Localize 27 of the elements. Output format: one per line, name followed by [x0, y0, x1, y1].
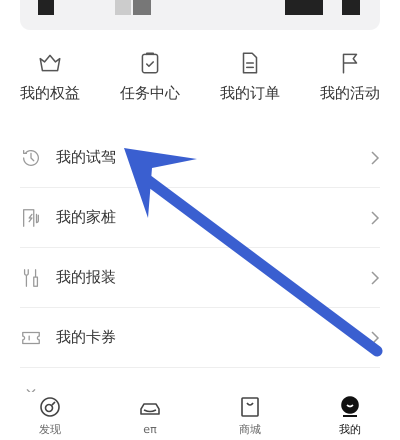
shortcut-label[interactable]: 我的权益 [20, 84, 80, 103]
tab[interactable]: eπ [100, 392, 200, 440]
redacted-block [342, 0, 360, 15]
charger-icon [20, 206, 42, 228]
redacted-block [133, 0, 151, 15]
shopping-bag-icon [238, 395, 262, 419]
redacted-block [115, 0, 131, 15]
profile-icon [338, 395, 362, 419]
tab[interactable]: 发现 [0, 392, 100, 440]
chevron-icon [370, 150, 380, 166]
redacted-block [285, 0, 323, 15]
shortcut-label[interactable]: 我的订单 [220, 84, 280, 103]
tab[interactable]: 我的 [300, 392, 400, 440]
menu-label: 我的试驾 [56, 148, 117, 167]
menu-label: 我的报装 [56, 268, 117, 287]
shortcut-label[interactable]: 任务中心 [120, 84, 180, 103]
redacted-block [38, 0, 54, 15]
menu-row[interactable]: 我的报装 [20, 248, 380, 308]
menu-label: 我的家桩 [56, 208, 117, 227]
chevron-icon [370, 330, 380, 346]
compass-icon [38, 395, 62, 419]
chevron-icon [370, 210, 380, 226]
chevron-icon [370, 270, 380, 286]
shortcut-label[interactable]: 我的活动 [320, 84, 380, 103]
tab[interactable]: 商城 [200, 392, 300, 440]
menu-row[interactable]: 我的卡券 [20, 308, 380, 368]
menu-label: 我的卡券 [56, 328, 117, 347]
